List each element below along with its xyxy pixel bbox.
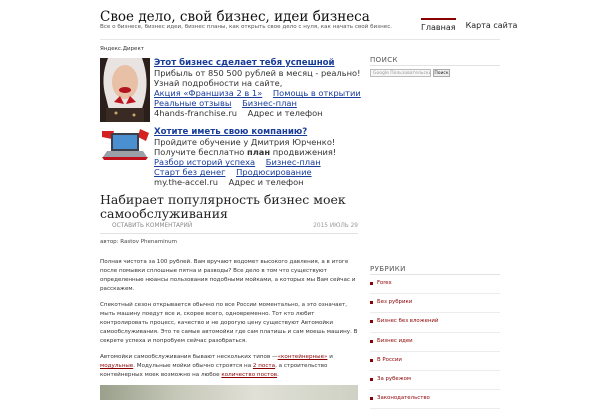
category-link[interactable]: Без рубрики [377, 299, 412, 305]
ad-link[interactable]: Продюсирование [236, 167, 312, 177]
ad-body-text: продвижения! [270, 147, 337, 158]
site-title[interactable]: Свое дело, свой бизнес, идеи бизнеса [100, 9, 370, 25]
ad-links-row: Разбор историй успеха Бизнес-план [154, 157, 364, 167]
search-heading: ПОИСК [370, 56, 398, 64]
ad-title-2[interactable]: Хотите иметь свою компанию? [154, 127, 364, 137]
paragraph-text: . [277, 372, 279, 378]
bullet-icon [370, 377, 373, 381]
leave-comment-link[interactable]: ОСТАВИТЬ КОММЕНТАРИЙ [112, 223, 192, 229]
post-date: 2015 ИЮЛЬ 29 [313, 223, 358, 229]
paragraph-text: . Модульные мойки обычно строятся на [133, 363, 253, 369]
search-button[interactable]: Поиск [433, 69, 450, 77]
bullet-icon [370, 282, 373, 285]
ad-domain[interactable]: my.the-accel.ru [154, 177, 218, 187]
post-date-year: 2015 [313, 223, 328, 229]
post-date-day: ИЮЛЬ 29 [329, 223, 358, 229]
ad-address-link[interactable]: Адрес и телефон [229, 177, 304, 187]
post-meta: ОСТАВИТЬ КОММЕНТАРИЙ 2015 ИЮЛЬ 29 [100, 221, 358, 232]
ad-domain-row: my.the-accel.ru Адрес и телефон [154, 177, 364, 187]
list-item[interactable]: Бизнес идеи [370, 333, 500, 352]
ad-text-2: Хотите иметь свою компанию? Пройдите обу… [154, 127, 364, 188]
category-link[interactable]: Законодательство [377, 395, 430, 401]
ad-link[interactable]: Помощь в открытии [273, 88, 361, 98]
list-item[interactable]: В России [370, 352, 500, 371]
paragraph-text: и [327, 354, 333, 360]
post-paragraph-3: Автомойки самообслуживания бывают нескол… [100, 353, 362, 380]
two-posts-link[interactable]: 2 поста [253, 363, 275, 369]
category-link[interactable]: В России [377, 357, 402, 363]
ad-links-row: Реальные отзывы Бизнес-план [154, 98, 364, 108]
nav-item-sitemap[interactable]: Карта сайта [466, 18, 518, 32]
list-item[interactable]: За рубежом [370, 371, 500, 391]
ad-text-1: Этот бизнес сделает тебя успешной Прибыл… [154, 58, 364, 119]
bullet-icon [370, 358, 373, 362]
post-image [100, 385, 358, 400]
ad-body-bold: план [246, 147, 271, 158]
post-paragraph-2: Спекотный сезон открывается обычно по вс… [100, 302, 358, 344]
ad-domain-row: 4hands-franchise.ru Адрес и телефон [154, 108, 364, 118]
search-input[interactable]: Google Пользовательский поиск [370, 69, 431, 77]
bullet-icon [370, 320, 373, 324]
ad-link[interactable]: Разбор историй успеха [154, 157, 255, 167]
search-heading-divider [370, 65, 500, 66]
nav-item-home[interactable]: Главная [421, 18, 456, 32]
list-item[interactable]: Forex [370, 275, 500, 295]
list-item[interactable]: Бизнес без вложений [370, 313, 500, 333]
ad-links-row: Старт без денег Продюсирование [154, 167, 364, 177]
category-list: Forex Без рубрики Бизнес без вложений Би… [370, 275, 500, 409]
ad-link[interactable]: Старт без денег [154, 167, 225, 177]
page: Свое дело, свой бизнес, идеи бизнеса Все… [0, 0, 600, 409]
site-description: Все о бизнесе, бизнес идеи, бизнес планы… [100, 24, 393, 30]
category-link[interactable]: Бизнес идеи [377, 338, 413, 344]
bullet-icon [370, 339, 373, 343]
rubrics-heading: РУБРИКИ [370, 265, 406, 273]
ad-laptop-image[interactable] [100, 127, 150, 165]
ad-body-1: Прибыль от 850 500 рублей в месяц - реал… [154, 68, 361, 89]
yandex-direct-label[interactable]: Яндекс.Директ [100, 46, 144, 52]
ad-domain[interactable]: 4hands-franchise.ru [154, 108, 237, 118]
bullet-icon [370, 301, 373, 305]
list-item[interactable]: Без рубрики [370, 294, 500, 314]
container-washes-link[interactable]: «контейнерные» [278, 354, 328, 360]
ad-address-link[interactable]: Адрес и телефон [248, 108, 323, 118]
ad-link[interactable]: Бизнес-план [242, 98, 297, 108]
top-navigation: Главная Карта сайта [421, 18, 517, 32]
posts-count-link[interactable]: количество постов [221, 372, 277, 378]
category-link[interactable]: За рубежом [377, 376, 411, 382]
post-title[interactable]: Набирает популярность бизнес моек самооб… [100, 193, 362, 220]
paragraph-text: Автомойки самообслуживания бывают нескол… [100, 354, 278, 360]
post-author: автор: Rastov Phenaminum [100, 239, 177, 245]
ad-title-1[interactable]: Этот бизнес сделает тебя успешной [154, 58, 364, 68]
category-link[interactable]: Бизнес без вложений [377, 318, 438, 324]
category-link[interactable]: Forex [377, 280, 392, 286]
ad-woman-photo[interactable] [100, 58, 150, 122]
ad-link[interactable]: Акция «Франшиза 2 в 1» [154, 88, 262, 98]
header-divider [100, 39, 500, 40]
post-paragraph-1: Полная чистота за 100 рублей. Вам вручаю… [100, 259, 356, 292]
meta-divider [100, 233, 358, 234]
ad-links-row: Акция «Франшиза 2 в 1» Помощь в открытии [154, 88, 364, 98]
modular-washes-link[interactable]: модульные [100, 363, 133, 369]
ad-body-2: Пройдите обучение у Дмитрия Юрченко! Пол… [154, 137, 364, 157]
ad-link[interactable]: Бизнес-план [266, 157, 321, 167]
ad-link[interactable]: Реальные отзывы [154, 98, 231, 108]
